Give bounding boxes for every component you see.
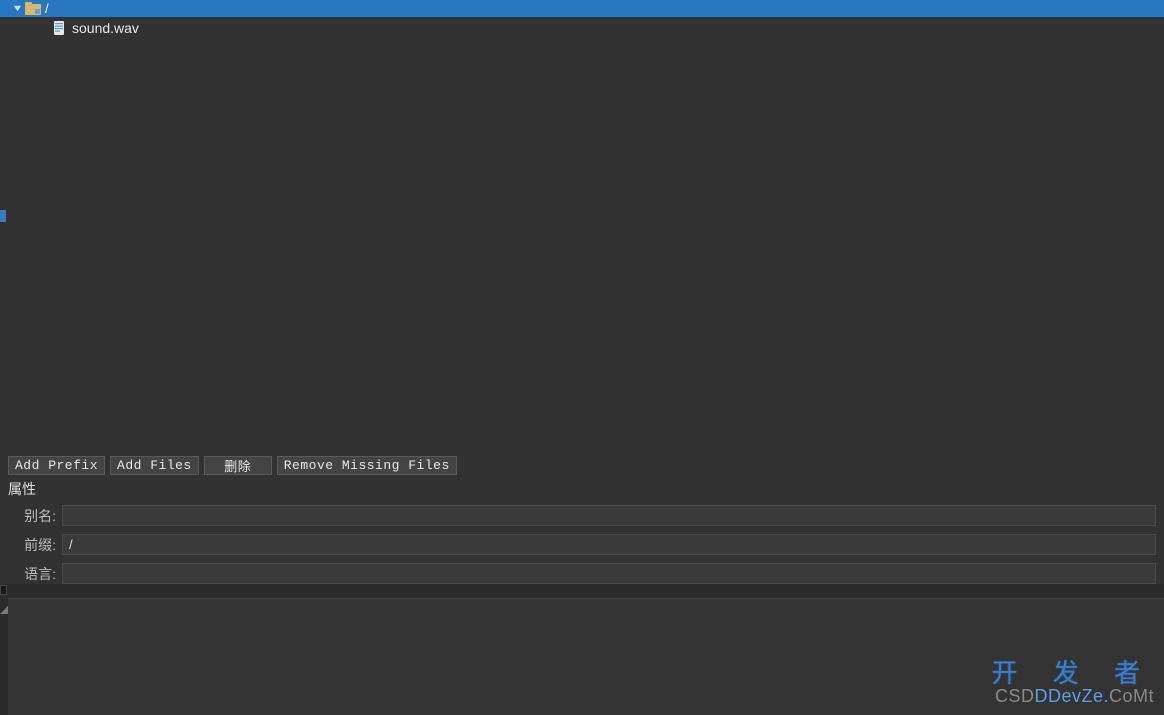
properties-panel: 属性 别名: 前缀: 语言: [0, 477, 1164, 584]
audio-file-icon [52, 20, 68, 36]
left-dock-tab-indicator[interactable] [0, 210, 6, 222]
delete-button[interactable]: 删除 [204, 456, 272, 475]
tree-child-row[interactable]: sound.wav [0, 17, 1164, 37]
tree-file-label: sound.wav [72, 20, 139, 36]
resource-tree: / sound.wav [0, 0, 1164, 453]
prefix-label: 前缀: [8, 535, 56, 555]
language-label: 语言: [8, 564, 56, 584]
add-files-button[interactable]: Add Files [110, 456, 199, 475]
toolbar: Add Prefix Add Files 删除 Remove Missing F… [0, 453, 1164, 477]
alias-input[interactable] [62, 505, 1156, 526]
collapse-toggle-icon[interactable] [12, 4, 22, 14]
alias-label: 别名: [8, 506, 56, 526]
bottom-panel [8, 598, 1164, 715]
folder-icon [25, 2, 41, 16]
prefix-input[interactable] [62, 534, 1156, 555]
left-dock-tab-secondary[interactable] [0, 585, 7, 595]
add-prefix-button[interactable]: Add Prefix [8, 456, 105, 475]
language-input[interactable] [62, 563, 1156, 584]
left-dock-corner-icon [0, 602, 8, 610]
remove-missing-files-button[interactable]: Remove Missing Files [277, 456, 457, 475]
properties-title: 属性 [8, 479, 1156, 505]
prefix-row: 前缀: [8, 534, 1156, 555]
tree-root-label: / [45, 1, 49, 16]
tree-root-row[interactable]: / [0, 0, 1164, 17]
alias-row: 别名: [8, 505, 1156, 526]
language-row: 语言: [8, 563, 1156, 584]
